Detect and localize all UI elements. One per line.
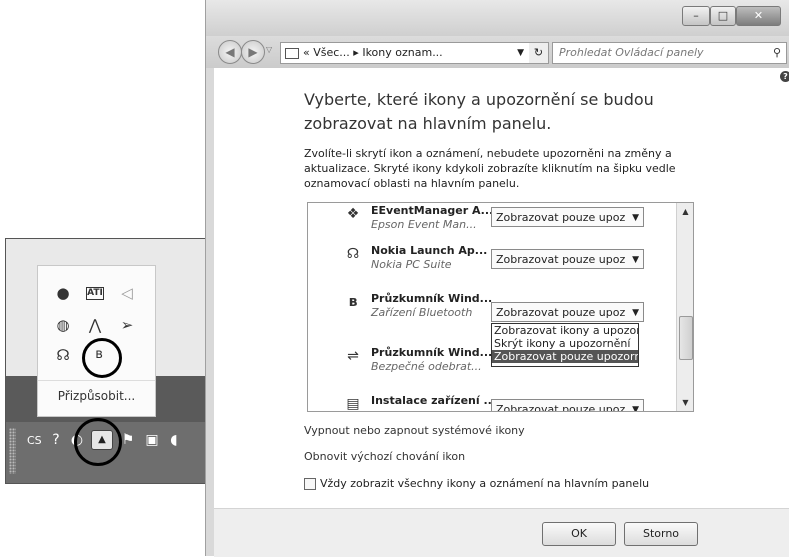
taskbar: CS ? ◐ ▲ ⚑ ▣ ◖: [6, 418, 206, 483]
scrollbar-thumb[interactable]: [679, 316, 693, 360]
breadcrumb-part1[interactable]: Všec...: [313, 46, 350, 59]
list-scrollbar[interactable]: ▲ ▼: [676, 203, 693, 411]
list-item-name: EEventManager A...: [371, 204, 494, 217]
shield-icon[interactable]: ◍: [54, 316, 72, 334]
behavior-select-value: Zobrazovat pouze upoz: [496, 211, 626, 224]
customize-link[interactable]: Přizpůsobit...: [38, 389, 155, 403]
list-item-publisher: Nokia PC Suite: [371, 258, 452, 271]
bluetooth-icon: ʙ: [348, 294, 358, 310]
list-item-name: Instalace zařízení ...: [371, 394, 497, 407]
popup-divider: [38, 380, 155, 381]
recent-pages-icon[interactable]: ▽: [266, 45, 272, 54]
behavior-select-value: Zobrazovat pouze upoz: [496, 306, 626, 319]
ok-button[interactable]: OK: [542, 522, 616, 546]
chevron-down-icon: ▼: [632, 213, 639, 223]
nokia-icon: ☊: [346, 246, 360, 262]
forward-button[interactable]: ▶: [241, 40, 265, 64]
taskbar-grip[interactable]: [9, 428, 16, 474]
dropdown-option-selected[interactable]: Zobrazovat pouze upozorn: [492, 350, 638, 363]
scroll-up-icon[interactable]: ▲: [677, 203, 693, 220]
bluetooth-highlight-circle: [82, 338, 122, 378]
chevron-down-icon: ▼: [632, 308, 639, 318]
list-item-publisher: Epson Event Man...: [371, 218, 477, 231]
dropdown-option[interactable]: Skrýt ikony a upozornění: [492, 337, 638, 350]
restore-defaults-link[interactable]: Obnovit výchozí chování ikon: [304, 450, 465, 463]
behavior-select[interactable]: Zobrazovat pouze upoz ▼: [491, 249, 644, 269]
scroll-down-icon[interactable]: ▼: [677, 394, 693, 411]
address-bar[interactable]: « Všec... ▸ Ikony oznam... ▼: [280, 42, 531, 64]
list-item: ☊ Nokia Launch Ap... Nokia PC Suite Zobr…: [308, 237, 676, 287]
dropdown-option[interactable]: Zobrazovat ikony a upozorn: [492, 324, 638, 337]
icons-list[interactable]: ❖ EEventManager A... Epson Event Man... …: [307, 202, 694, 412]
behavior-select-value: Zobrazovat pouze upoz: [496, 403, 626, 412]
chevron-down-icon: ▼: [632, 255, 639, 265]
always-show-label: Vždy zobrazit všechny ikony a oznámení n…: [320, 477, 650, 490]
list-item-name: Nokia Launch Ap...: [371, 244, 488, 257]
epson-icon: ❖: [346, 206, 360, 222]
maximize-button[interactable]: □: [710, 6, 736, 26]
list-item-name: Průzkumník Wind...: [371, 346, 493, 359]
network-status-icon[interactable]: ▣: [144, 432, 160, 448]
refresh-icon: ↻: [533, 46, 544, 59]
behavior-select[interactable]: Zobrazovat pouze upoz ▼: [491, 399, 644, 412]
list-item-publisher: Zařízení Bluetooth: [371, 306, 473, 319]
cancel-button[interactable]: Storno: [624, 522, 698, 546]
breadcrumb-part2[interactable]: Ikony oznam...: [362, 46, 442, 59]
nokia-icon[interactable]: ☊: [54, 346, 72, 364]
chevron-down-icon: ▼: [632, 405, 639, 412]
usb-icon: ⇌: [347, 348, 359, 364]
taskbar-inset: ● ATI ◁ ◍ ⋀ ➢ ☊ ʙ Přizpůsobit... CS ? ◐ …: [5, 238, 207, 484]
minimize-button[interactable]: –: [682, 6, 710, 26]
network-icon[interactable]: ◁: [118, 284, 136, 302]
behavior-dropdown-list[interactable]: Zobrazovat ikony a upozorn Skrýt ikony a…: [491, 323, 639, 367]
antenna-icon[interactable]: ⋀: [86, 316, 104, 334]
show-hidden-highlight-circle: [74, 418, 122, 466]
search-input[interactable]: Prohledat Ovládací panely ⚲: [552, 42, 787, 64]
device-install-icon: ▤: [346, 396, 360, 412]
list-item-name: Průzkumník Wind...: [371, 292, 493, 305]
search-icon[interactable]: ⚲: [773, 43, 781, 63]
page-title: Vyberte, které ikony a upozornění se bud…: [304, 90, 654, 133]
action-center-icon[interactable]: ⚑: [120, 432, 136, 448]
list-item-publisher: Bezpečné odebrat...: [371, 360, 482, 373]
help-icon[interactable]: ?: [780, 71, 789, 82]
globe-icon[interactable]: ●: [54, 284, 72, 302]
address-prefix: «: [303, 46, 310, 59]
close-button[interactable]: ✕: [736, 6, 781, 26]
title-bar[interactable]: – □ ✕: [206, 0, 789, 36]
help-icon[interactable]: ?: [48, 432, 64, 448]
refresh-button[interactable]: ↻: [529, 42, 549, 64]
back-button[interactable]: ◀: [218, 40, 242, 64]
behavior-select[interactable]: Zobrazovat pouze upoz ▼: [491, 207, 644, 227]
hidden-icons-popup: ● ATI ◁ ◍ ⋀ ➢ ☊ ʙ Přizpůsobit...: [37, 265, 156, 417]
content-pane: ? Vyberte, které ikony a upozornění se b…: [214, 68, 789, 508]
always-show-option[interactable]: Vždy zobrazit všechny ikony a oznámení n…: [304, 477, 649, 490]
page-description: Zvolíte-li skrytí ikon a oznámení, nebud…: [304, 147, 676, 190]
navigation-bar: ◀ ▶ ▽ « Všec... ▸ Ikony oznam... ▼ ↻ Pro…: [206, 36, 789, 68]
volume-icon[interactable]: ◖: [166, 432, 182, 448]
ati-icon[interactable]: ATI: [86, 287, 104, 300]
breadcrumb-separator[interactable]: ▸: [353, 46, 359, 59]
language-indicator[interactable]: CS: [27, 434, 42, 447]
behavior-select-value: Zobrazovat pouze upoz: [496, 253, 626, 266]
address-dropdown-icon[interactable]: ▼: [517, 43, 524, 63]
system-icons-link[interactable]: Vypnout nebo zapnout systémové ikony: [304, 424, 525, 437]
notification-icons-window: – □ ✕ ◀ ▶ ▽ « Všec... ▸ Ikony oznam... ▼…: [205, 0, 789, 557]
dialog-footer: OK Storno: [214, 508, 789, 557]
always-show-checkbox[interactable]: [304, 478, 316, 490]
wing-icon[interactable]: ➢: [118, 316, 136, 334]
behavior-select[interactable]: Zobrazovat pouze upoz ▼: [491, 302, 644, 322]
control-panel-icon: [285, 47, 299, 59]
search-placeholder: Prohledat Ovládací panely: [559, 46, 704, 59]
list-item: ▤ Instalace zařízení ... Zobrazovat pouz…: [308, 387, 676, 412]
